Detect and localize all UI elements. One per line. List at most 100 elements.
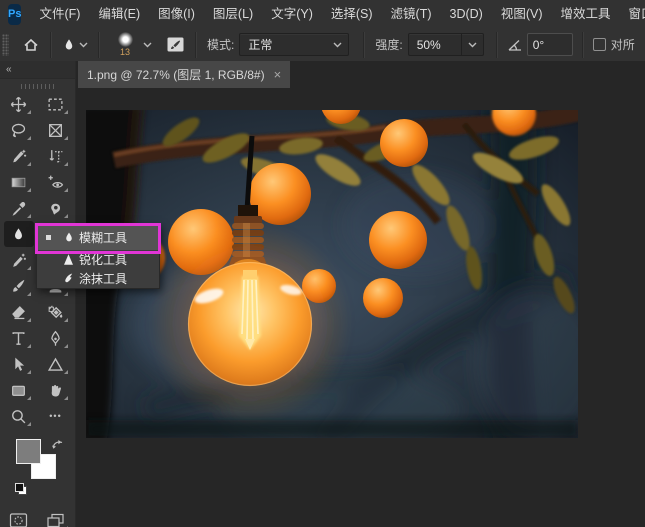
blur-tool-preset[interactable]: [57, 32, 93, 58]
blur-tool-selected[interactable]: [3, 221, 34, 247]
tools-panel-grip[interactable]: [20, 84, 55, 89]
brush-angle-input[interactable]: 0°: [526, 33, 573, 56]
chevron-down-icon: [468, 42, 477, 47]
triangle-shape-tool[interactable]: [41, 351, 71, 377]
home-button[interactable]: [17, 32, 45, 58]
foreground-color-swatch[interactable]: [16, 439, 41, 464]
remove-tool[interactable]: [4, 247, 34, 273]
swap-colors-icon[interactable]: [51, 438, 65, 451]
document-tab-bar: 1.png @ 72.7% (图层 1, RGB/8#) ×: [76, 61, 645, 88]
menu-image[interactable]: 图像(I): [149, 0, 204, 28]
separator: [98, 31, 100, 58]
flyout-label-smudge: 涂抹工具: [79, 272, 128, 286]
edit-toolbar-button[interactable]: •••: [41, 403, 71, 429]
healing-brush-tool[interactable]: [4, 143, 34, 169]
ellipsis-icon: •••: [49, 411, 62, 421]
pen-tool-icon: [51, 330, 60, 346]
menu-filter[interactable]: 滤镜(T): [382, 0, 441, 28]
gradient-tool-icon: [11, 177, 26, 187]
mode-dropdown[interactable]: 正常: [239, 33, 350, 56]
strength-combo[interactable]: 50%: [407, 33, 484, 56]
menu-file[interactable]: 文件(F): [30, 0, 89, 28]
flyout-label-sharpen: 锐化工具: [79, 253, 128, 267]
zoom-tool[interactable]: [4, 403, 34, 429]
flyout-item-blur-tool[interactable]: 模糊工具: [37, 225, 159, 250]
flyout-item-sharpen-tool[interactable]: 锐化工具: [37, 250, 159, 269]
blur-drop-icon: [65, 38, 73, 49]
home-icon: [24, 38, 38, 51]
tab-close-icon[interactable]: ×: [274, 68, 282, 81]
eraser-tool[interactable]: [4, 299, 34, 325]
soft-brush-preview: [117, 32, 133, 47]
rectangular-marquee-tool[interactable]: [41, 91, 71, 117]
brush-tool[interactable]: [4, 273, 34, 299]
flyout-label-blur: 模糊工具: [79, 231, 128, 245]
menu-3d[interactable]: 3D(D): [441, 0, 492, 28]
menu-select[interactable]: 选择(S): [322, 0, 382, 28]
type-tool[interactable]: [4, 325, 34, 351]
path-select-tool[interactable]: [4, 351, 34, 377]
default-colors-button[interactable]: [15, 483, 27, 495]
paint-bucket-tool-icon: [48, 305, 63, 318]
eyedropper-tool-icon: [12, 201, 26, 216]
pen-tool[interactable]: [41, 325, 71, 351]
screen-mode-button[interactable]: [41, 507, 71, 527]
flyout-item-smudge-tool[interactable]: 涂抹工具: [37, 269, 159, 288]
strength-value: 50%: [416, 37, 441, 52]
remove-tool-icon: [13, 253, 26, 267]
hand-tool-icon: [51, 384, 61, 396]
red-eye-tool[interactable]: [41, 169, 71, 195]
blur-tool-icon: [15, 227, 22, 239]
rectangle-tool[interactable]: [4, 377, 34, 403]
screen-mode-icon: [47, 513, 64, 527]
tools-panel: « •••: [0, 61, 76, 527]
sample-all-layers-label: 对所: [610, 38, 635, 52]
patch-tool-icon: [51, 203, 61, 215]
options-bar-grip[interactable]: [2, 33, 9, 56]
sample-all-layers-checkbox[interactable]: [592, 38, 606, 51]
sharpen-triangle-icon: [64, 254, 73, 265]
chevron-down-icon: [333, 42, 342, 47]
healing-brush-tool-icon: [13, 149, 27, 162]
quick-mask-mode-button[interactable]: [4, 507, 34, 527]
frame-tool-icon: [49, 123, 62, 137]
toggle-brush-settings-button[interactable]: [161, 32, 190, 58]
rectangle-shape-icon: [12, 385, 25, 396]
separator: [363, 31, 366, 58]
photoshop-window: Ps 文件(F) 编辑(E) 图像(I) 图层(L) 文字(Y) 选择(S) 滤…: [0, 0, 645, 527]
move-tool[interactable]: [4, 91, 34, 117]
menu-view[interactable]: 视图(V): [492, 0, 552, 28]
separator: [50, 31, 52, 58]
lasso-tool-icon: [11, 123, 26, 137]
menu-plugins[interactable]: 增效工具: [552, 0, 620, 28]
eyedropper-tool[interactable]: [4, 195, 34, 221]
separator: [581, 31, 584, 58]
brush-preset-picker[interactable]: 13: [105, 32, 157, 58]
select-arrow-icon: [15, 357, 25, 371]
paint-bucket-tool[interactable]: [41, 299, 71, 325]
chevron-down-icon: [79, 42, 88, 47]
separator: [195, 31, 197, 58]
lasso-tool[interactable]: [4, 117, 34, 143]
red-eye-tool-icon: [48, 175, 64, 188]
separator: [495, 31, 498, 58]
frame-tool[interactable]: [41, 117, 71, 143]
menu-edit[interactable]: 编辑(E): [89, 0, 149, 28]
brush-panel-icon: [167, 37, 184, 52]
quick-mask-icon: [9, 512, 28, 527]
patch-tool[interactable]: [41, 195, 71, 221]
tool-options-bar: 13 模式: 正常 强度: 50% 0° 对所: [0, 28, 645, 62]
menu-bar: Ps 文件(F) 编辑(E) 图像(I) 图层(L) 文字(Y) 选择(S) 滤…: [0, 0, 645, 29]
tools-panel-header[interactable]: «: [0, 61, 75, 79]
photoshop-logo[interactable]: Ps: [8, 3, 22, 25]
hand-tool[interactable]: [41, 377, 71, 403]
gradient-tool[interactable]: [4, 169, 34, 195]
type-mask-tool[interactable]: [41, 143, 71, 169]
smudge-finger-icon: [65, 273, 73, 283]
menu-layer[interactable]: 图层(L): [204, 0, 262, 28]
brush-angle-icon: [508, 39, 521, 51]
menu-type[interactable]: 文字(Y): [262, 0, 322, 28]
document-tab[interactable]: 1.png @ 72.7% (图层 1, RGB/8#) ×: [78, 61, 291, 88]
menu-window[interactable]: 窗口(W): [620, 0, 645, 28]
active-tool-marker: [46, 235, 51, 240]
